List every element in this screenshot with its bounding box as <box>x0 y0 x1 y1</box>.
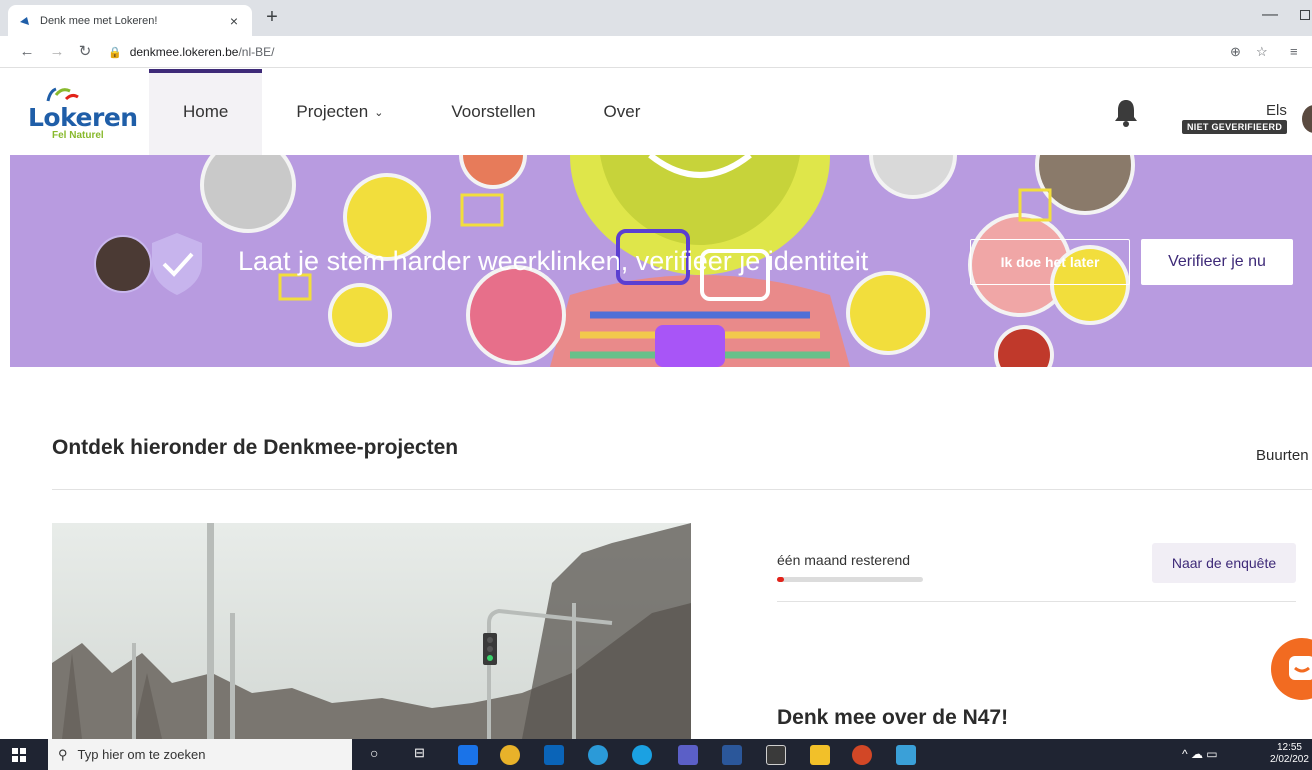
verification-status-badge: NIET GEVERIFIEERD <box>1182 120 1288 134</box>
main-nav: Home Projecten ⌄ Voorstellen Over <box>149 69 674 155</box>
zoom-icon[interactable]: ⊕ <box>1230 44 1241 60</box>
verify-now-button[interactable]: Verifieer je nu <box>1141 239 1293 285</box>
neighbourhoods-filter[interactable]: Buurten <box>1256 447 1309 464</box>
tab-close-icon[interactable]: × <box>226 13 242 29</box>
clock-time: 12:55 <box>1276 742 1302 753</box>
word-icon[interactable] <box>722 745 742 765</box>
site-favicon-icon <box>20 16 29 25</box>
system-tray-icon[interactable]: ^ ☁ ▭ <box>1182 747 1218 761</box>
project-title[interactable]: Denk mee over de N47! <box>777 706 1008 730</box>
banner-user-avatar <box>94 235 152 293</box>
time-progress-bar <box>777 577 923 582</box>
logo-subtitle: Fel Naturel <box>52 130 104 141</box>
chat-icon <box>1289 656 1312 680</box>
section-title: Ontdek hieronder de Denkmee-projecten <box>52 436 459 459</box>
nav-home[interactable]: Home <box>149 69 263 155</box>
maximize-icon[interactable] <box>1300 10 1310 20</box>
skype-icon[interactable] <box>632 745 652 765</box>
nav-voorstellen[interactable]: Voorstellen <box>417 69 569 155</box>
site-header: Lokeren Fel Naturel Home Projecten ⌄ Voo… <box>0 69 1312 155</box>
survey-button[interactable]: Naar de enquête <box>1152 543 1296 583</box>
screen: Denk mee met Lokeren! × + — ← → ↻ 🔒 denk… <box>0 0 1312 770</box>
forward-icon[interactable]: → <box>48 43 66 61</box>
windows-taskbar: ⚲ Typ hier om te zoeken ○ ⊟ ^ ☁ ▭ 12:55 … <box>0 739 1312 770</box>
tab-title: Denk mee met Lokeren! <box>40 14 158 27</box>
file-explorer-icon[interactable] <box>810 745 830 765</box>
card-divider <box>777 601 1296 602</box>
reload-icon[interactable]: ↻ <box>76 43 94 61</box>
logo-mark-icon <box>46 87 79 102</box>
nav-projecten-label: Projecten <box>296 102 369 121</box>
street-photo <box>52 523 691 739</box>
cortana-icon[interactable]: ○ <box>370 745 384 765</box>
chat-launcher-button[interactable] <box>1271 638 1312 700</box>
new-tab-button[interactable]: + <box>262 7 282 28</box>
powerpoint-icon[interactable] <box>852 745 872 765</box>
back-icon[interactable]: ← <box>18 43 36 61</box>
url-path: /nl-BE/ <box>238 45 275 59</box>
user-name[interactable]: Els <box>1266 102 1287 119</box>
outlook-icon[interactable] <box>544 745 564 765</box>
verification-banner: Laat je stem harder weerklinken, verifie… <box>10 155 1312 367</box>
chevron-down-icon: ⌄ <box>374 106 384 119</box>
lokeren-logo[interactable]: Lokeren Fel Naturel <box>28 83 138 143</box>
windows-start-icon[interactable] <box>12 748 26 762</box>
browser-tabstrip: Denk mee met Lokeren! × + — <box>0 0 1312 36</box>
taskbar-clock[interactable]: 12:55 2/02/202 <box>1270 742 1309 766</box>
nav-home-label: Home <box>183 102 229 121</box>
nav-projecten[interactable]: Projecten ⌄ <box>262 69 417 155</box>
search-icon: ⚲ <box>58 746 68 762</box>
nav-over-label: Over <box>603 102 641 121</box>
address-bar[interactable]: 🔒 denkmee.lokeren.be /nl-BE/ <box>108 40 1218 64</box>
verified-shield-icon <box>152 233 202 295</box>
acrobat-icon[interactable] <box>766 745 786 765</box>
taskbar-search[interactable]: ⚲ Typ hier om te zoeken <box>48 739 352 770</box>
internet-explorer-icon[interactable] <box>458 745 478 765</box>
clock-date: 2/02/202 <box>1270 754 1309 765</box>
nav-over[interactable]: Over <box>570 69 675 155</box>
notification-bell-icon[interactable] <box>1113 97 1139 127</box>
url-host: denkmee.lokeren.be <box>129 45 239 59</box>
chrome-icon[interactable] <box>500 745 520 765</box>
browser-tab[interactable]: Denk mee met Lokeren! × <box>8 5 252 36</box>
edge-icon[interactable] <box>588 745 608 765</box>
time-progress-fill <box>777 577 785 582</box>
minimize-icon[interactable]: — <box>1262 6 1278 24</box>
photos-icon[interactable] <box>896 745 916 765</box>
section-divider <box>52 489 1312 490</box>
bookmark-star-icon[interactable]: ☆ <box>1256 44 1268 60</box>
reading-list-icon[interactable]: ≡ <box>1290 44 1298 59</box>
lock-icon: 🔒 <box>108 46 122 59</box>
user-avatar[interactable] <box>1302 105 1312 133</box>
later-button[interactable]: Ik doe het later <box>970 239 1130 285</box>
nav-voorstellen-label: Voorstellen <box>451 102 536 121</box>
project-card-details: één maand resterend Naar de enquête Denk… <box>691 523 1312 739</box>
taskbar-search-placeholder: Typ hier om te zoeken <box>77 747 206 762</box>
logo-word: Lokeren <box>28 103 138 132</box>
project-photo[interactable] <box>52 523 691 739</box>
teams-icon[interactable] <box>678 745 698 765</box>
task-view-icon[interactable]: ⊟ <box>414 745 428 765</box>
browser-toolbar: ← → ↻ 🔒 denkmee.lokeren.be /nl-BE/ ⊕ ☆ ≡ <box>0 36 1312 68</box>
banner-message: Laat je stem harder weerklinken, verifie… <box>238 246 869 276</box>
time-remaining: één maand resterend <box>777 552 911 568</box>
